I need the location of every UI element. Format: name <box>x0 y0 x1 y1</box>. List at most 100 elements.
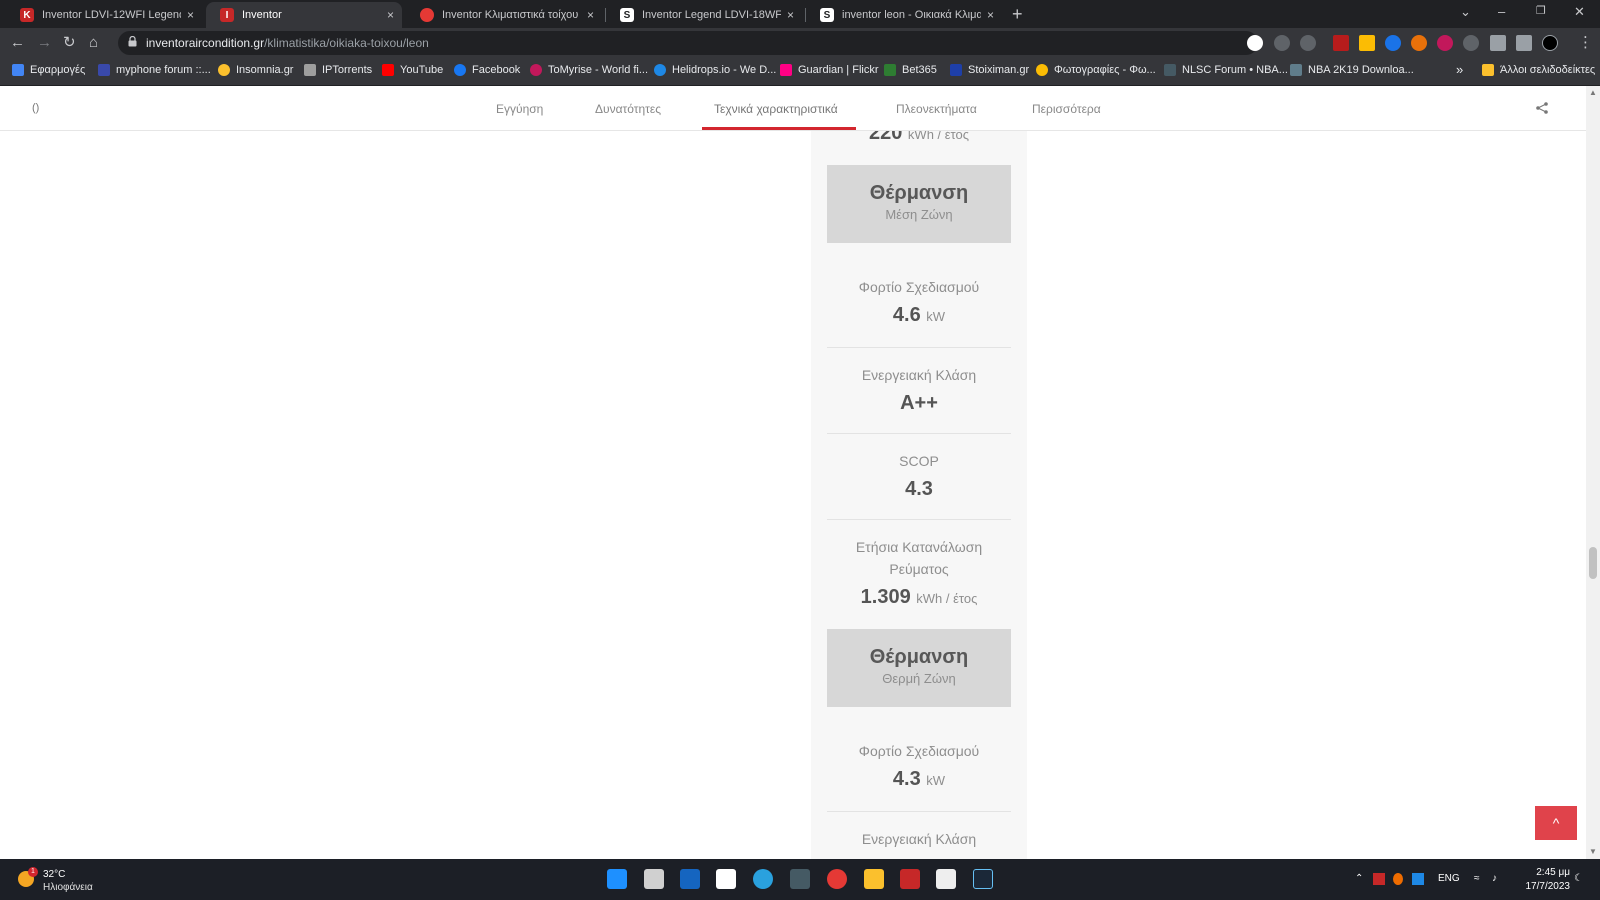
nav-more[interactable]: Περισσότερα <box>1032 102 1101 116</box>
start-windows-icon[interactable] <box>607 869 627 889</box>
flash-icon[interactable] <box>900 869 920 889</box>
bookmark-item[interactable]: Φωτογραφίες - Φω... <box>1036 64 1156 76</box>
side-panel-icon[interactable] <box>1516 35 1532 51</box>
restore-icon[interactable]: ❐ <box>1536 4 1546 17</box>
file-explorer-icon[interactable] <box>864 869 884 889</box>
minimize-icon[interactable]: – <box>1498 4 1505 19</box>
tab-close-icon[interactable]: × <box>387 8 394 22</box>
address-bar[interactable]: inventoraircondition.gr/klimatistika/oik… <box>118 31 1258 55</box>
bookmark-item[interactable]: Helidrops.io - We D... <box>654 64 776 76</box>
new-tab-button[interactable]: + <box>1012 4 1023 24</box>
forward-icon[interactable]: → <box>37 33 52 53</box>
bookmark-item[interactable]: myphone forum ::... <box>98 64 211 76</box>
extensions-puzzle-icon[interactable] <box>1490 35 1506 51</box>
bookmark-item[interactable]: NBA 2K19 Downloa... <box>1290 64 1414 76</box>
mail-icon[interactable] <box>680 869 700 889</box>
home-icon[interactable]: ⌂ <box>89 33 98 53</box>
telegram-icon[interactable] <box>753 869 773 889</box>
notifications-icon[interactable]: ☾ <box>1574 873 1583 884</box>
browser-menu-icon[interactable]: ⋮ <box>1578 33 1593 53</box>
share-icon[interactable] <box>1536 102 1548 114</box>
language-indicator[interactable]: ENG <box>1438 873 1460 884</box>
bookmark-star-icon[interactable] <box>1300 35 1316 51</box>
bookmark-item[interactable]: Stoiximan.gr <box>950 64 1029 76</box>
bookmark-label: Helidrops.io - We D... <box>672 64 777 76</box>
tab-close-icon[interactable]: × <box>787 8 794 22</box>
extension-icon[interactable] <box>1411 35 1427 51</box>
clock-time[interactable]: 2:45 μμ <box>1530 867 1570 878</box>
browser-tab[interactable]: S inventor leon - Οικιακά Κλιματιστικά × <box>806 2 1002 28</box>
browser-tab[interactable]: Inventor Κλιματιστικά τοίχου | Πλαίσιο × <box>406 2 602 28</box>
extension-icon[interactable] <box>1333 35 1349 51</box>
bookmark-item[interactable]: Insomnia.gr <box>218 64 293 76</box>
scrollbar-thumb[interactable] <box>1589 547 1597 579</box>
bookmark-item[interactable]: Bet365 <box>884 64 937 76</box>
bookmark-item[interactable]: ToMyrise - World fi... <box>530 64 648 76</box>
spec-label: Φορτίο Σχεδιασμού <box>858 743 980 759</box>
bookmark-item[interactable]: Guardian | Flickr <box>780 64 879 76</box>
scroll-up-arrow-icon[interactable]: ▲ <box>1589 88 1597 97</box>
nav-technical-specs[interactable]: Τεχνικά χαρακτηριστικά <box>714 102 838 116</box>
bookmark-apps[interactable]: Εφαρμογές <box>12 64 85 76</box>
bookmark-item[interactable]: IPTorrents <box>304 64 372 76</box>
microsoft-store-icon[interactable] <box>936 869 956 889</box>
volume-icon[interactable]: ♪ <box>1492 873 1497 884</box>
google-icon[interactable] <box>1247 35 1263 51</box>
reload-icon[interactable]: ↻ <box>63 33 76 53</box>
bookmark-label: Άλλοι σελιδοδείκτες <box>1500 64 1596 76</box>
task-view-icon[interactable] <box>644 869 664 889</box>
extension-icon[interactable] <box>1359 35 1375 51</box>
page-scrollbar[interactable]: ▲ ▼ <box>1586 86 1600 859</box>
site-logo[interactable]: () <box>32 102 39 114</box>
bookmarks-overflow-button[interactable]: » <box>1456 62 1463 77</box>
bookmark-label: myphone forum ::... <box>116 64 211 76</box>
steam-icon[interactable] <box>973 869 993 889</box>
stoiximan-icon <box>950 64 962 76</box>
clock-date[interactable]: 17/7/2023 <box>1516 881 1571 892</box>
bookmarks-bar: Εφαρμογές myphone forum ::... Insomnia.g… <box>0 58 1600 86</box>
calculator-icon[interactable] <box>790 869 810 889</box>
nba2k-icon <box>1290 64 1302 76</box>
tab-title: Inventor Legend LDVI-18WFI/LDVO <box>642 9 781 21</box>
bookmark-label: Bet365 <box>902 64 937 76</box>
bookmark-item[interactable]: Facebook <box>454 64 520 76</box>
other-bookmarks[interactable]: Άλλοι σελιδοδείκτες <box>1482 64 1595 76</box>
bookmark-item[interactable]: NLSC Forum • NBA... <box>1164 64 1288 76</box>
bookmark-item[interactable]: YouTube <box>382 64 443 76</box>
tab-title: Inventor LDVI-12WFI Legend Κλιματιστικό <box>42 9 181 21</box>
tab-close-icon[interactable]: × <box>587 8 594 22</box>
tab-search-icon[interactable]: ⌄ <box>1460 4 1471 20</box>
browser-tab-active[interactable]: I Inventor × <box>206 2 402 28</box>
weather-temperature[interactable]: 32°C <box>43 869 65 880</box>
extension-icon[interactable] <box>1463 35 1479 51</box>
tray-overflow-chevron-icon[interactable]: ⌃ <box>1355 873 1363 884</box>
nav-features[interactable]: Δυνατότητες <box>595 102 661 116</box>
tab-favicon-icon <box>420 8 434 22</box>
nav-warranty[interactable]: Εγγύηση <box>496 102 543 116</box>
snipping-tool-icon[interactable] <box>716 869 736 889</box>
tab-close-icon[interactable]: × <box>987 8 994 22</box>
share-page-icon[interactable] <box>1274 35 1290 51</box>
scroll-down-arrow-icon[interactable]: ▼ <box>1589 847 1597 856</box>
scroll-to-top-button[interactable]: ^ <box>1535 806 1577 840</box>
bookmark-label: Φωτογραφίες - Φω... <box>1054 64 1156 76</box>
spec-design-load: Φορτίο Σχεδιασμού 4.6 kW <box>827 276 1011 327</box>
tray-app-icon[interactable] <box>1373 873 1385 885</box>
extension-icon[interactable] <box>1437 35 1453 51</box>
profile-avatar[interactable] <box>1542 35 1558 51</box>
close-window-icon[interactable]: ✕ <box>1574 4 1585 20</box>
web-page: () Εγγύηση Δυνατότητες Τεχνικά χαρακτηρι… <box>0 86 1600 859</box>
browser-tab[interactable]: K Inventor LDVI-12WFI Legend Κλιματιστικ… <box>6 2 202 28</box>
tray-app-icon[interactable] <box>1393 873 1403 885</box>
tab-close-icon[interactable]: × <box>187 8 194 22</box>
nav-advantages[interactable]: Πλεονεκτήματα <box>896 102 977 116</box>
tray-app-icon[interactable] <box>1412 873 1424 885</box>
chrome-icon[interactable] <box>827 869 847 889</box>
extension-icon[interactable] <box>1385 35 1401 51</box>
browser-tab[interactable]: S Inventor Legend LDVI-18WFI/LDVO × <box>606 2 802 28</box>
wifi-icon[interactable]: ≈ <box>1474 873 1480 884</box>
value-number: 4.3 <box>892 768 921 790</box>
back-icon[interactable]: ← <box>10 33 25 53</box>
value-number: A++ <box>900 392 938 414</box>
weather-description[interactable]: Ηλιοφάνεια <box>43 882 93 893</box>
